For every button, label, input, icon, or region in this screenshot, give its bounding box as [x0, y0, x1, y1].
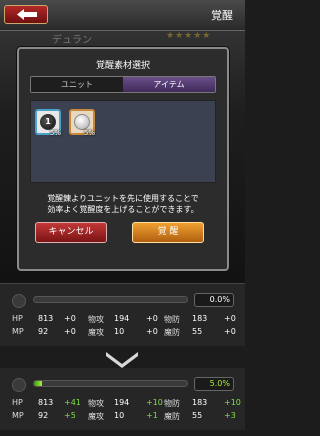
stats-row: HP 813 +41 物攻 194 +10 物防 183 +10 — [0, 398, 245, 411]
stats-row: MP 92 +5 魔攻 10 +1 魔防 55 +3 — [0, 411, 245, 424]
stat-value: 55 — [192, 327, 203, 336]
awakening-orb-black-icon: 1 — [40, 114, 56, 130]
stat-increase: +10 — [224, 398, 241, 407]
back-button[interactable] — [4, 5, 48, 24]
tab-bar: ユニット アイテム — [30, 76, 216, 93]
stat-label: HP — [12, 398, 23, 407]
stat-increase: +3 — [224, 411, 236, 420]
stat-label: 魔防 — [164, 328, 180, 337]
stat-value: 10 — [114, 327, 125, 336]
stat-increase: +0 — [224, 314, 236, 323]
awaken-rate: 5.0% — [194, 377, 234, 391]
stat-value: 813 — [38, 314, 54, 323]
stat-value: 183 — [192, 314, 208, 323]
progress-fill — [34, 381, 42, 386]
item-rate: 5% — [49, 129, 61, 137]
item-grid: 1 5% 5% — [30, 100, 216, 183]
current-stats-panel: 0.0% HP 813 +0 物攻 194 +0 物防 183 +0 MP 92 +0 魔攻 10 +0 魔防… — [0, 283, 245, 346]
stat-value: 92 — [38, 411, 49, 420]
background-stars: ★★★★★ — [166, 31, 212, 41]
stat-increase: +5 — [64, 411, 76, 420]
stat-label: 魔攻 — [88, 328, 104, 337]
stat-increase: +41 — [64, 398, 81, 407]
stat-label: HP — [12, 314, 23, 323]
stat-increase: +0 — [224, 327, 236, 336]
stat-label: MP — [12, 411, 24, 420]
stats-row: HP 813 +0 物攻 194 +0 物防 183 +0 — [0, 314, 245, 327]
awaken-progress-bar — [33, 380, 188, 387]
stat-increase: +0 — [64, 327, 76, 336]
stat-value: 813 — [38, 398, 54, 407]
stat-value: 194 — [114, 314, 130, 323]
stat-value: 92 — [38, 327, 49, 336]
chevron-down-icon — [106, 352, 138, 368]
stat-label: 魔攻 — [88, 412, 104, 421]
awaken-button[interactable]: 覚 醒 — [132, 222, 204, 243]
dialog-description: 覚醒錬よりユニットを先に使用することで 効率よく覚醒度を上げることができます。 — [19, 193, 227, 215]
awaken-rate: 0.0% — [194, 293, 234, 307]
item-slot-2[interactable]: 5% — [69, 109, 95, 137]
item-count: 1 — [45, 117, 51, 126]
dialog-title: 覚醒素材選択 — [95, 61, 150, 71]
stat-increase: +0 — [146, 314, 158, 323]
awaken-level-icon — [12, 294, 26, 308]
cancel-button[interactable]: キャンセル — [35, 222, 107, 243]
stat-label: 物攻 — [88, 315, 104, 324]
description-line: 効率よく覚醒度を上げることができます。 — [47, 205, 199, 214]
tab-unit[interactable]: ユニット — [31, 77, 123, 92]
stat-label: 物防 — [164, 315, 180, 324]
stats-table: HP 813 +0 物攻 194 +0 物防 183 +0 MP 92 +0 魔攻 10 +0 魔防 55 +0 — [0, 314, 245, 340]
stat-value: 194 — [114, 398, 130, 407]
tab-item[interactable]: アイテム — [123, 77, 215, 92]
stat-label: 魔防 — [164, 412, 180, 421]
stats-table: HP 813 +41 物攻 194 +10 物防 183 +10 MP 92 +5 魔攻 10 +1 魔防 55… — [0, 398, 245, 424]
stat-label: 物攻 — [88, 399, 104, 408]
background-unit-name: デュラン — [52, 35, 92, 46]
back-arrow-icon — [17, 9, 37, 20]
material-select-dialog: 覚醒素材選択 ユニット アイテム 1 5% 5% 覚醒錬よりユニットを先に使用す… — [17, 47, 229, 271]
stat-increase: +10 — [146, 398, 163, 407]
stat-value: 183 — [192, 398, 208, 407]
awaken-level-icon — [12, 378, 26, 392]
stat-increase: +1 — [146, 411, 158, 420]
top-bar: 覚醒 — [0, 0, 245, 31]
stat-value: 55 — [192, 411, 203, 420]
stat-increase: +0 — [64, 314, 76, 323]
item-slot-1[interactable]: 1 5% — [35, 109, 61, 137]
awakening-orb-white-icon — [74, 114, 90, 130]
item-rate: 5% — [83, 129, 95, 137]
stat-value: 10 — [114, 411, 125, 420]
stat-increase: +0 — [146, 327, 158, 336]
description-line: 覚醒錬よりユニットを先に使用することで — [47, 194, 199, 203]
preview-stats-panel: 5.0% HP 813 +41 物攻 194 +10 物防 183 +10 MP 92 +5 魔攻 10 +… — [0, 368, 245, 430]
screen-title: 覚醒 — [211, 9, 233, 22]
awaken-progress-bar — [33, 296, 188, 303]
stats-row: MP 92 +0 魔攻 10 +0 魔防 55 +0 — [0, 327, 245, 340]
stat-label: MP — [12, 327, 24, 336]
stat-label: 物防 — [164, 399, 180, 408]
